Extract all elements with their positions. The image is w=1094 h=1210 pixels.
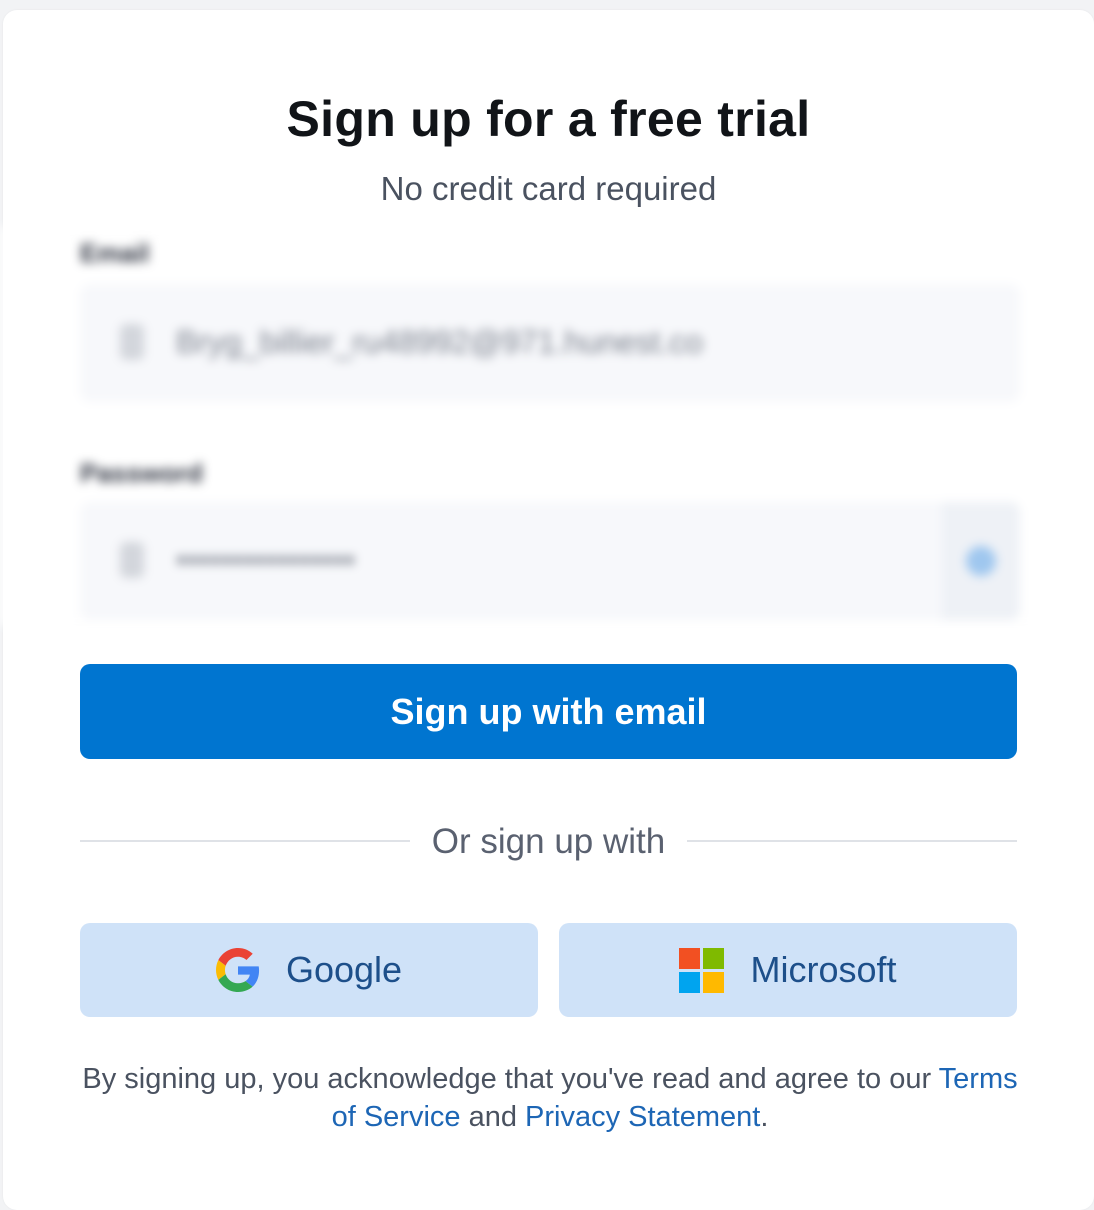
microsoft-label: Microsoft [750, 949, 897, 990]
legal-middle: and [460, 1101, 526, 1133]
signup-email-button[interactable]: Sign up with email [80, 664, 1017, 759]
email-label: Email [80, 238, 150, 268]
divider-text: Or sign up with [431, 822, 666, 861]
signup-card: Sign up for a free trial No credit card … [0, 10, 1094, 1210]
show-password-button[interactable] [942, 502, 1020, 620]
legal-suffix: . [760, 1101, 769, 1133]
divider-line-right [687, 840, 1017, 842]
lock-icon [120, 542, 144, 578]
email-value: Bryg_billier_ru48992@971.hunest.co [176, 324, 704, 360]
privacy-statement-link[interactable]: Privacy Statement [525, 1101, 760, 1133]
page-subtitle: No credit card required [380, 170, 717, 207]
password-label: Password [80, 458, 203, 488]
email-field[interactable]: Bryg_billier_ru48992@971.hunest.co [80, 284, 1020, 402]
legal-prefix: By signing up, you acknowledge that you'… [82, 1063, 939, 1095]
page-title: Sign up for a free trial [286, 91, 811, 147]
legal-notice: By signing up, you acknowledge that you'… [80, 1060, 1020, 1136]
google-label: Google [285, 949, 403, 990]
person-icon [120, 324, 144, 360]
google-icon [215, 948, 260, 992]
microsoft-icon [679, 947, 725, 993]
google-signup-button[interactable]: Google [80, 923, 538, 1017]
password-value: •••••••••••••••• [176, 542, 356, 578]
microsoft-signup-button[interactable]: Microsoft [559, 923, 1017, 1017]
eye-icon [966, 546, 996, 576]
password-field[interactable]: •••••••••••••••• [80, 502, 1020, 620]
credentials-form: Email Bryg_billier_ru48992@971.hunest.co… [0, 226, 1094, 626]
